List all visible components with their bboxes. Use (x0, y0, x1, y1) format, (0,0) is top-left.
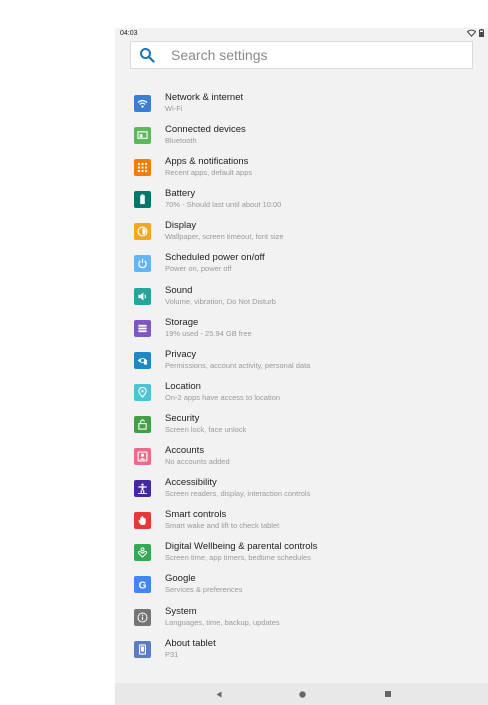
account-icon (134, 448, 151, 466)
info-icon (134, 608, 151, 626)
settings-item-subtitle: Services & preferences (165, 585, 243, 595)
settings-item-privacy[interactable]: Privacy Permissions, account activity, pe… (115, 345, 488, 377)
settings-item-title: Battery (165, 188, 196, 200)
settings-item-subtitle: Smart wake and lift to check tablet (165, 521, 280, 531)
settings-item-security[interactable]: Security Screen lock, face unlock (115, 409, 488, 441)
settings-item-apps-notifications[interactable]: Apps & notifications Recent apps, default… (115, 152, 488, 184)
settings-item-subtitle: 19% used - 25.94 GB free (165, 328, 252, 338)
battery-status-icon (479, 29, 484, 37)
settings-item-subtitle: 70% - Should last until about 10:00 (165, 200, 282, 210)
settings-item-subtitle: Recent apps, default apps (165, 168, 253, 178)
wellbeing-icon (134, 544, 151, 562)
settings-item-subtitle: Permissions, account activity, personal … (165, 360, 311, 370)
svg-text:G: G (139, 581, 147, 591)
settings-item-title: Display (165, 220, 197, 232)
brightness-icon (134, 223, 151, 241)
hand-icon (134, 512, 151, 530)
settings-item-title: Google (165, 573, 196, 585)
settings-item-title: System (165, 605, 197, 617)
settings-item-accessibility[interactable]: Accessibility Screen readers, display, in… (115, 473, 488, 505)
navigation-bar (115, 683, 488, 705)
settings-item-battery[interactable]: Battery 70% - Should last until about 10:… (115, 184, 488, 216)
settings-item-google[interactable]: G Google Services & preferences (115, 569, 488, 601)
settings-item-title: Network & internet (165, 92, 244, 103)
settings-item-system[interactable]: System Languages, time, backup, updates (115, 602, 488, 634)
google-icon: G (134, 576, 151, 594)
settings-item-display[interactable]: Display Wallpaper, screen timeout, font s… (115, 216, 488, 248)
storage-icon (134, 319, 151, 337)
battery-icon (134, 191, 151, 209)
search-icon (140, 48, 155, 63)
status-icons (467, 29, 484, 37)
search-bar[interactable] (130, 41, 473, 69)
settings-item-title: Accounts (165, 445, 205, 457)
settings-item-subtitle: Power on, power off (165, 264, 232, 274)
settings-item-title: About tablet (165, 637, 216, 649)
settings-item-subtitle: Volume, vibration, Do Not Disturb (165, 296, 276, 306)
settings-item-scheduled-power-on-off[interactable]: Scheduled power on/off Power on, power of… (115, 248, 488, 280)
settings-item-subtitle: On-2 apps have access to location (165, 392, 281, 402)
wifi-status-icon (467, 29, 476, 37)
settings-item-network-internet[interactable]: Network & internet Wi-Fi (115, 88, 488, 120)
settings-item-subtitle: Screen readers, display, interaction con… (165, 489, 311, 499)
volume-icon (134, 287, 151, 305)
lock-icon (134, 415, 151, 433)
settings-item-subtitle: Wi-Fi (165, 104, 183, 113)
apps-icon (134, 159, 151, 177)
back-icon[interactable] (214, 689, 224, 699)
settings-item-title: Accessibility (165, 477, 217, 489)
settings-item-digital-wellbeing-parental-controls[interactable]: Digital Wellbeing & parental controls Scr… (115, 537, 488, 569)
power-icon (134, 255, 151, 273)
settings-item-title: Smart controls (165, 509, 227, 521)
settings-item-title: Storage (165, 316, 199, 328)
settings-item-title: Location (165, 380, 201, 392)
settings-item-title: Digital Wellbeing & parental controls (165, 541, 318, 553)
settings-item-subtitle: Screen lock, face unlock (165, 424, 247, 434)
settings-item-subtitle: No accounts added (165, 457, 230, 467)
settings-item-connected-devices[interactable]: Connected devices Bluetooth (115, 120, 488, 152)
settings-item-subtitle: Bluetooth (165, 136, 197, 146)
tablet-icon (134, 640, 151, 658)
settings-item-accounts[interactable]: Accounts No accounts added (115, 441, 488, 473)
recents-icon[interactable] (383, 689, 393, 699)
settings-item-title: Scheduled power on/off (165, 252, 265, 264)
settings-item-about-tablet[interactable]: About tablet P31 (115, 634, 488, 666)
settings-item-subtitle: Wallpaper, screen timeout, font size (165, 232, 284, 242)
settings-screen: 04:03 Network & internetWi-FiConnected d… (115, 28, 488, 705)
accessibility-icon (134, 480, 151, 498)
settings-item-sound[interactable]: Sound Volume, vibration, Do Not Disturb (115, 281, 488, 313)
privacy-icon (134, 351, 151, 369)
settings-item-title: Apps & notifications (165, 156, 249, 168)
status-bar: 04:03 (115, 28, 488, 39)
location-icon (134, 383, 151, 401)
home-icon[interactable] (297, 689, 307, 699)
settings-item-title: Connected devices (165, 124, 246, 136)
settings-item-title: Sound (165, 284, 193, 296)
settings-item-subtitle: Screen time, app timers, bedtime schedul… (165, 553, 311, 563)
settings-item-smart-controls[interactable]: Smart controls Smart wake and lift to che… (115, 505, 488, 537)
wifi-icon (134, 95, 151, 112)
settings-item-title: Privacy (165, 348, 197, 360)
settings-item-subtitle: Languages, time, backup, updates (165, 617, 280, 627)
settings-item-storage[interactable]: Storage 19% used - 25.94 GB free (115, 313, 488, 345)
settings-list: Network & internet Wi-Fi Connected devices… (115, 88, 488, 666)
status-time: 04:03 (120, 30, 138, 37)
devices-icon (134, 127, 151, 145)
settings-item-location[interactable]: Location On-2 apps have access to locatio… (115, 377, 488, 409)
settings-item-title: Security (165, 412, 200, 424)
settings-item-subtitle: P31 (165, 649, 179, 659)
search-input[interactable] (171, 47, 431, 63)
